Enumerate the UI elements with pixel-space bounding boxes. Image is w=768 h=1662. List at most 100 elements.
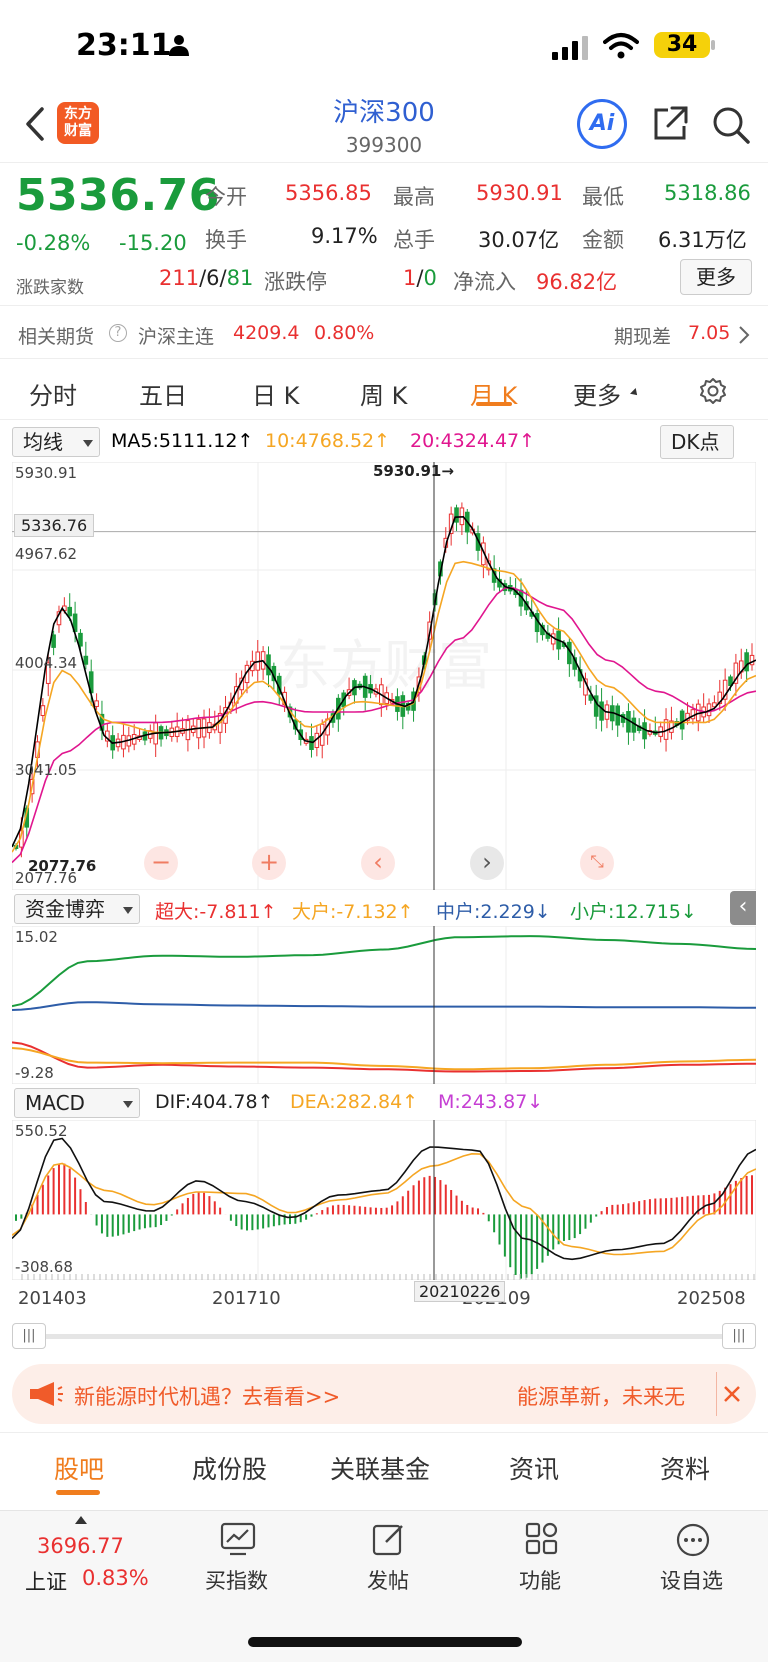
breadth-values: 211/6/81 <box>159 266 253 290</box>
search-icon[interactable] <box>710 104 752 146</box>
fund-flow-chart[interactable] <box>12 926 756 1084</box>
tab-guba[interactable]: 股吧 <box>54 1450 104 1486</box>
turnover-value: 9.17% <box>311 224 378 248</box>
scroll-left-button[interactable]: ‹ <box>361 846 395 880</box>
volume-value: 30.07亿 <box>478 228 560 252</box>
macd-ymin: -308.68 <box>15 1258 73 1276</box>
futures-pct: 0.80% <box>314 322 375 344</box>
super-legend: 超大:-7.811↑ <box>155 901 277 923</box>
breadth-sep2: / <box>219 266 227 290</box>
limit-label: 涨跌停 <box>264 270 327 294</box>
tab-profile[interactable]: 资料 <box>660 1450 710 1486</box>
m-legend: M:243.87↓ <box>438 1091 544 1113</box>
gear-icon[interactable] <box>698 376 728 406</box>
range-slider[interactable]: ||| ||| <box>12 1323 756 1349</box>
macd-selector-label: MACD <box>25 1091 85 1115</box>
person-icon <box>169 35 189 56</box>
candle-body <box>744 652 749 672</box>
buy-index-icon <box>220 1522 256 1556</box>
range-track <box>40 1334 728 1339</box>
turnover-label: 换手 <box>205 228 247 252</box>
amount-value: 6.31万亿 <box>658 228 747 252</box>
range-handle-left[interactable]: ||| <box>12 1323 46 1349</box>
help-icon[interactable]: ? <box>109 324 127 342</box>
basis-label: 期现差 <box>614 326 672 348</box>
dropdown-caret-icon <box>83 440 93 447</box>
breadth-down: 81 <box>226 266 254 290</box>
low-label: 最低 <box>582 185 624 209</box>
futures-contract: 沪深主连 <box>138 326 215 348</box>
fund-selector-label: 资金博弈 <box>25 897 105 921</box>
sh-index-name: 上证 <box>25 1570 67 1594</box>
y-axis-label-4: 3041.05 <box>15 761 78 779</box>
y-axis-top-label: 5930.91 <box>15 464 78 482</box>
limit-values: 1/0 <box>403 266 437 290</box>
ma5-legend: MA5:5111.12↑ <box>111 430 254 452</box>
banner-text-left: 新能源时代机遇？去看看>> <box>74 1385 341 1409</box>
status-bar: 23:11 34 <box>0 0 768 90</box>
change-pct: -0.28% <box>16 231 91 255</box>
candle-body <box>679 710 685 730</box>
low-value: 5318.86 <box>664 181 751 205</box>
candle-body <box>83 655 89 665</box>
candle-body <box>67 606 73 617</box>
high-value: 5930.91 <box>476 181 563 205</box>
netflow-label: 净流入 <box>453 270 516 294</box>
last-price: 5336.76 <box>16 170 220 221</box>
nav-post[interactable]: 发帖 <box>367 1565 409 1595</box>
collapse-panel-button[interactable]: ‹ <box>730 891 756 925</box>
dk-point-button[interactable]: DK点 <box>660 425 734 459</box>
macd-chart[interactable] <box>12 1120 756 1280</box>
y-axis-label-3: 4004.34 <box>15 654 78 672</box>
breadth-flat: 6 <box>206 266 220 290</box>
tab-related-funds[interactable]: 关联基金 <box>330 1450 430 1486</box>
zoom-out-button[interactable]: − <box>144 846 178 880</box>
battery-cap <box>711 40 715 50</box>
candle-body <box>631 717 637 733</box>
tab-news[interactable]: 资讯 <box>509 1450 559 1486</box>
zoom-in-button[interactable]: + <box>252 846 286 880</box>
limit-up: 1 <box>403 266 417 290</box>
dropdown-caret-icon <box>123 1101 133 1108</box>
more-quote-button[interactable]: 更多 <box>680 259 752 295</box>
open-value: 5356.85 <box>285 181 372 205</box>
nav-add-watchlist[interactable]: 设自选 <box>660 1565 723 1595</box>
small-legend: 小户:12.715↓ <box>570 901 697 923</box>
tab-more[interactable]: 更多 <box>573 376 621 411</box>
ai-assistant-button[interactable]: Ai <box>577 99 627 149</box>
netflow-value: 96.82亿 <box>536 270 618 294</box>
candle-body <box>40 705 46 717</box>
nav-buy-index[interactable]: 买指数 <box>205 1565 268 1595</box>
y-axis-label-2: 4967.62 <box>15 545 78 563</box>
futures-price: 4209.4 <box>233 322 300 344</box>
sh-index-price[interactable]: 3696.77 <box>37 1534 124 1558</box>
scroll-right-button[interactable]: › <box>470 846 504 880</box>
x-axis-label-1: 201403 <box>18 1288 87 1309</box>
tab-weekly-k[interactable]: 周 K <box>360 376 407 411</box>
expand-up-icon[interactable] <box>75 1516 87 1524</box>
range-handle-right[interactable]: ||| <box>722 1323 756 1349</box>
indicator-selector-fund[interactable]: 资金博弈 <box>14 894 140 924</box>
kline-chart[interactable]: 东方财富 <box>12 462 756 890</box>
promo-banner[interactable]: 新能源时代机遇？去看看>> 能源革新，未来无 <box>12 1364 756 1424</box>
active-tab-indicator <box>476 402 512 406</box>
tab-constituents[interactable]: 成份股 <box>192 1450 267 1486</box>
wifi-icon <box>603 33 639 59</box>
futures-label: 相关期货 <box>18 326 95 348</box>
mid-legend: 中户:2.229↓ <box>436 901 551 923</box>
fullscreen-button[interactable]: ⤡ <box>580 846 614 880</box>
crosshair-date-tag: 20210226 <box>414 1281 506 1302</box>
close-icon[interactable] <box>722 1384 742 1404</box>
tab-five-day[interactable]: 五日 <box>139 376 187 411</box>
ma10-legend: 10:4768.52↑ <box>265 430 391 452</box>
share-icon[interactable] <box>650 104 690 144</box>
tab-daily-k[interactable]: 日 K <box>252 376 299 411</box>
breadth-up: 211 <box>159 266 200 290</box>
banner-text-right: 能源革新，未来无 <box>517 1385 685 1409</box>
nav-function[interactable]: 功能 <box>519 1565 561 1595</box>
indicator-selector-ma[interactable]: 均线 <box>12 427 100 457</box>
indicator-selector-macd[interactable]: MACD <box>14 1088 140 1118</box>
tab-minute[interactable]: 分时 <box>29 376 77 411</box>
candle-body <box>599 701 604 721</box>
fund-ymin: -9.28 <box>15 1064 54 1082</box>
